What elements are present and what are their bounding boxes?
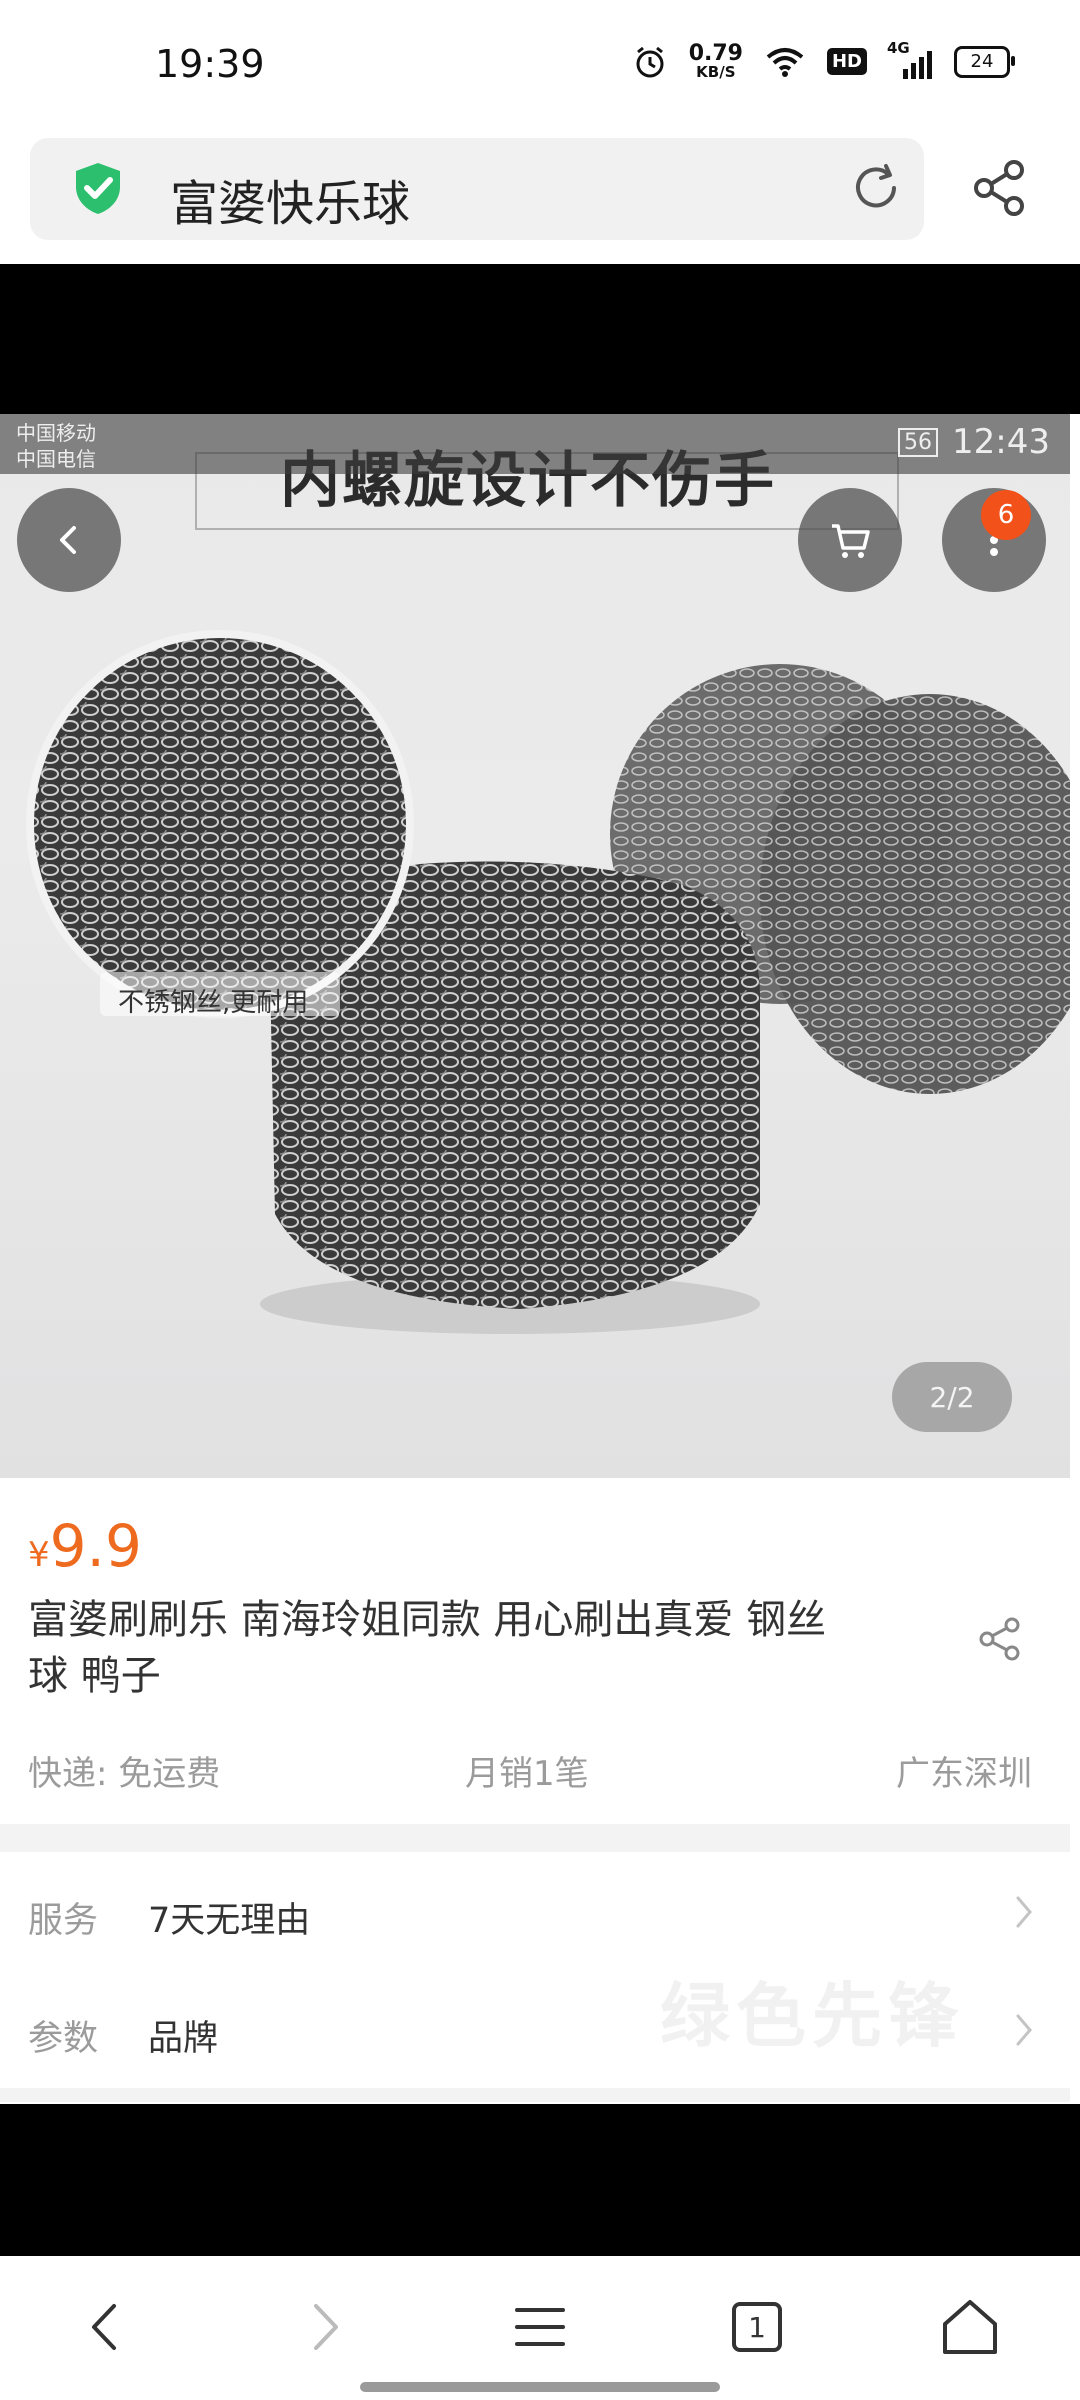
wifi-icon: [766, 47, 804, 77]
params-value: 品牌: [148, 2019, 219, 2059]
cart-button[interactable]: [798, 488, 902, 592]
carrier-1: 中国移动: [16, 421, 96, 445]
tabs-button[interactable]: 1: [722, 2292, 792, 2362]
params-label: 参数: [28, 2019, 99, 2059]
ship-from-location: 广东深圳: [896, 1754, 1032, 1794]
home-indicator[interactable]: [360, 2382, 720, 2392]
price-value: 9.9: [49, 1512, 142, 1580]
back-arrow-icon[interactable]: [72, 2292, 142, 2362]
address-text[interactable]: 富婆快乐球: [170, 164, 410, 234]
embedded-status-right: 56 12:43: [898, 422, 1050, 462]
reload-icon[interactable]: [848, 160, 904, 216]
embedded-status-bar: 中国移动 中国电信 56 12:43: [0, 414, 1070, 474]
section-divider: [0, 1824, 1070, 1852]
section-divider: [0, 2088, 1070, 2102]
chevron-right-icon: [1016, 2014, 1032, 2046]
address-bar[interactable]: [30, 138, 924, 240]
embedded-carriers: 中国移动 中国电信: [16, 420, 96, 472]
service-label: 服务: [28, 1901, 99, 1941]
steel-wool-illustration: [26, 630, 1070, 1334]
network-speed: 0.79 KB/S: [688, 41, 743, 81]
status-icons: 0.79 KB/S HD 4G 24: [633, 39, 1015, 81]
share-icon[interactable]: [970, 158, 1030, 218]
battery-level: 24: [970, 51, 994, 73]
speed-value: 0.79: [688, 41, 743, 66]
embedded-battery: 56: [898, 427, 939, 457]
back-button[interactable]: [17, 488, 121, 592]
product-title: 富婆刷刷乐 南海玲姐同款 用心刷出真爱 钢丝球 鸭子: [28, 1597, 827, 1699]
price: ¥9.9: [28, 1512, 142, 1580]
menu-icon[interactable]: [505, 2292, 575, 2362]
zoom-caption: 不锈钢丝,更耐用: [118, 988, 309, 1018]
tab-count-icon: 1: [732, 2302, 782, 2352]
chevron-left-icon: [60, 526, 76, 554]
monthly-sales: 月销1笔: [465, 1754, 589, 1794]
chevron-right-icon: [1016, 1896, 1032, 1928]
embedded-time: 12:43: [952, 422, 1050, 462]
carrier-2: 中国电信: [16, 447, 96, 471]
product-image[interactable]: [0, 414, 1070, 1478]
battery-indicator: 24: [954, 45, 1015, 78]
share-icon[interactable]: [975, 1614, 1025, 1664]
cart-icon: [832, 524, 870, 558]
video-letterbox-top: [0, 264, 1080, 414]
status-time: 19:39: [155, 42, 265, 86]
signal-icon: 4G: [887, 39, 932, 79]
video-letterbox-bottom: [0, 2104, 1080, 2256]
service-value: 7天无理由: [148, 1901, 311, 1941]
speed-unit: KB/S: [696, 62, 736, 81]
network-type: 4G: [887, 38, 910, 57]
alarm-icon: [636, 46, 664, 78]
price-currency: ¥: [28, 1535, 50, 1575]
image-page-indicator: 2/2: [892, 1362, 1012, 1432]
shield-check-icon: [76, 163, 120, 214]
home-icon[interactable]: [935, 2292, 1005, 2362]
hd-badge: HD: [826, 48, 867, 76]
tab-count: 1: [748, 2310, 766, 2344]
forward-arrow-icon[interactable]: [288, 2292, 358, 2362]
shipping-info: 快递: 免运费: [28, 1754, 221, 1794]
notification-badge: 6: [981, 490, 1031, 540]
